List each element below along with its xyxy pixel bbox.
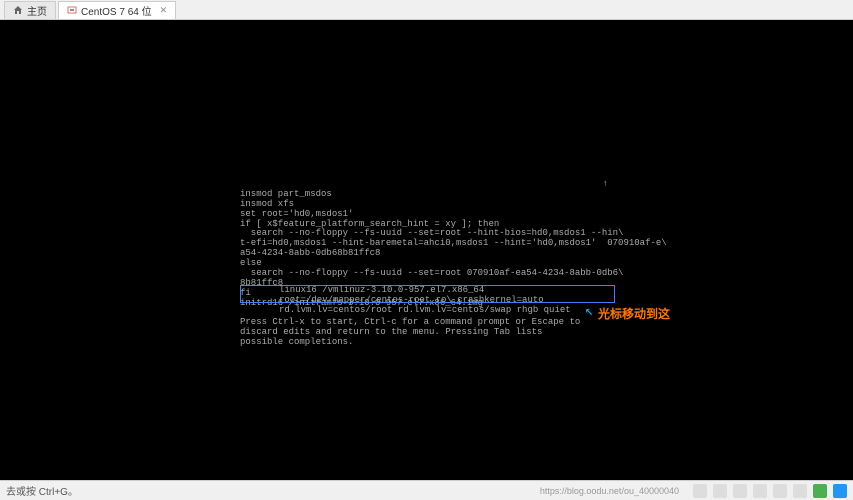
grub-line: else: [240, 258, 262, 268]
tab-home[interactable]: 主页: [4, 1, 56, 19]
status-hint: 去或按 Ctrl+G。: [6, 483, 78, 498]
close-icon[interactable]: ✕: [160, 5, 168, 16]
help-line: discard edits and return to the menu. Pr…: [240, 327, 542, 337]
tab-home-label: 主页: [27, 3, 47, 18]
grub-editor: insmod part_msdos insmod xfs set root='h…: [240, 180, 640, 348]
device-icon[interactable]: [753, 484, 767, 498]
help-line: possible completions.: [240, 337, 353, 347]
grub-line: set root='hd0,msdos1': [240, 209, 353, 219]
tab-vm-label: CentOS 7 64 位: [81, 3, 152, 18]
home-icon: [13, 5, 23, 15]
device-icon[interactable]: [733, 484, 747, 498]
grub-line: search --no-floppy --fs-uuid --set=root …: [240, 268, 623, 278]
grub-line: t-efi=hd0,msdos1 --hint-baremetal=ahci0,…: [240, 238, 667, 248]
grub-line: if [ x$feature_platform_search_hint = xy…: [240, 219, 499, 229]
help-line: Press Ctrl-x to start, Ctrl-c for a comm…: [240, 317, 580, 327]
device-icon[interactable]: [773, 484, 787, 498]
grub-line: a54-4234-8abb-0db68b81ffc8: [240, 248, 380, 258]
status-right: https://blog.oodu.net/ou_40000040: [540, 484, 847, 498]
annotation-text: 光标移动到这: [598, 308, 670, 321]
highlighted-line: linux16 /vmlinuz-3.10.0-957.el7.x86_64 r…: [279, 285, 484, 305]
grub-line: insmod part_msdos: [240, 189, 332, 199]
network-icon[interactable]: [813, 484, 827, 498]
watermark: https://blog.oodu.net/ou_40000040: [540, 486, 679, 496]
vm-icon: [67, 5, 77, 15]
status-bar: 去或按 Ctrl+G。 https://blog.oodu.net/ou_400…: [0, 480, 853, 500]
terminal-viewport[interactable]: ↑ insmod part_msdos insmod xfs set root=…: [0, 20, 853, 480]
device-icon[interactable]: [693, 484, 707, 498]
grub-line: insmod xfs: [240, 199, 294, 209]
highlight-box: linux16 /vmlinuz-3.10.0-957.el7.x86_64 r…: [240, 285, 615, 303]
device-icon[interactable]: [793, 484, 807, 498]
tab-bar: 主页 CentOS 7 64 位 ✕: [0, 0, 853, 20]
tab-vm[interactable]: CentOS 7 64 位 ✕: [58, 1, 176, 19]
device-icon[interactable]: [713, 484, 727, 498]
annotation-arrow: ↖: [585, 305, 593, 320]
grub-line: search --no-floppy --fs-uuid --set=root …: [240, 228, 623, 238]
sound-icon[interactable]: [833, 484, 847, 498]
